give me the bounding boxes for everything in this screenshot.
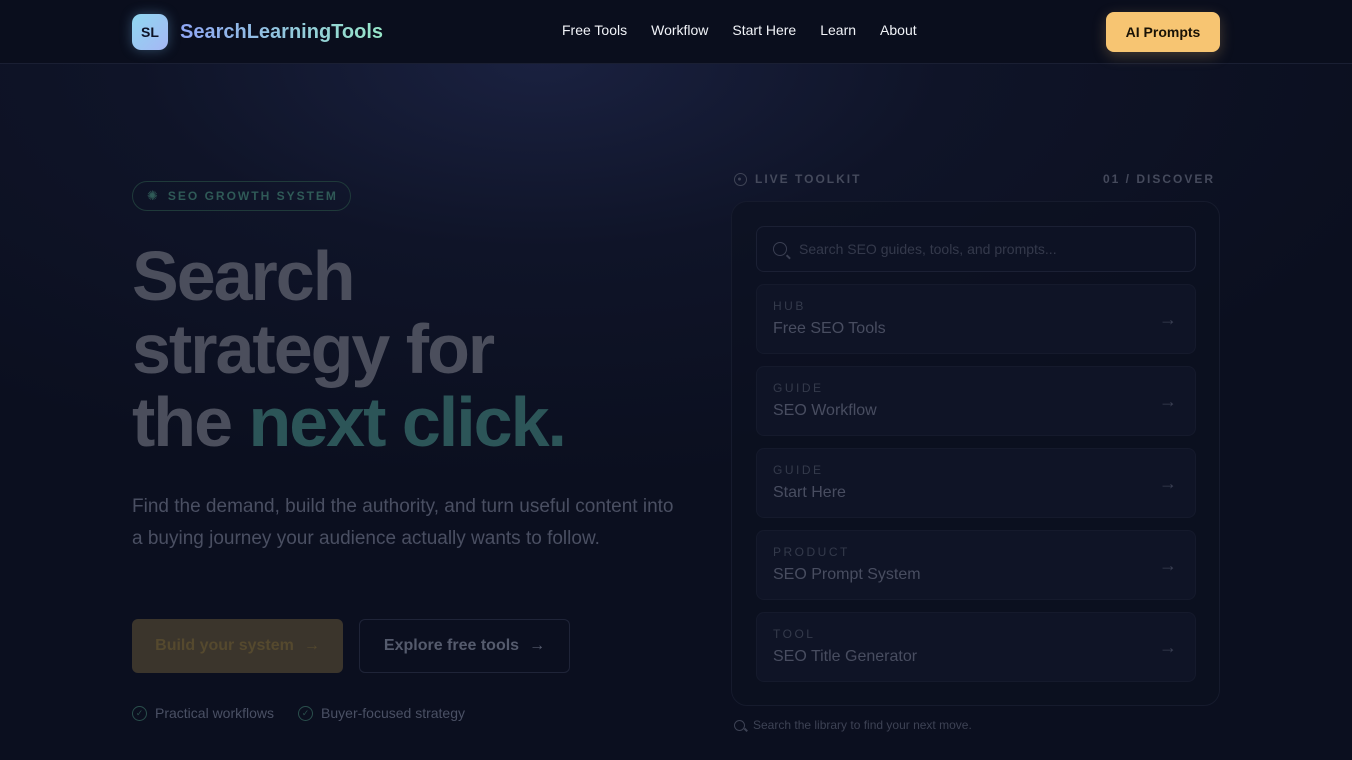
explore-tools-label: Explore free tools [383,637,520,654]
toolkit-item-start-here[interactable]: GUIDE Start Here → [756,448,1196,518]
nav-workflow[interactable]: Workflow [651,22,708,38]
item-kicker: GUIDE [773,463,824,477]
search-icon [734,719,745,731]
build-system-label: Build your system [155,637,294,654]
check-item: ✓ Buyer-focused strategy [298,705,465,721]
headline-line-3a: the [132,383,233,461]
toolkit-item-seo-title-generator[interactable]: TOOL SEO Title Generator → [756,612,1196,682]
arrow-right-icon: → [303,637,320,654]
arrow-right-icon: → [1159,473,1177,493]
toolkit-panel: HUB Free SEO Tools → GUIDE SEO Workflow … [731,201,1220,706]
arrow-right-icon: → [1159,555,1177,575]
item-kicker: GUIDE [773,381,824,395]
logo-icon[interactable]: SL [132,14,168,50]
arrow-right-icon: → [1159,309,1177,329]
nav-free-tools[interactable]: Free Tools [562,22,627,38]
search-input[interactable] [799,241,1179,257]
site-header: SL SearchLearningTools Free Tools Workfl… [0,0,1352,64]
item-kicker: PRODUCT [773,545,850,559]
check-item: ✓ Practical workflows [132,705,274,721]
brand[interactable]: SL SearchLearningTools [132,14,383,50]
hero-checks: ✓ Practical workflows ✓ Buyer-focused st… [132,705,465,721]
toolkit-step: 01 / DISCOVER [1102,172,1215,186]
hero-badge: ✺ SEO GROWTH SYSTEM [132,181,351,211]
main-nav: Free Tools Workflow Start Here Learn Abo… [562,22,917,38]
check-label: Buyer-focused strategy [321,705,465,721]
toolkit-item-seo-workflow[interactable]: GUIDE SEO Workflow → [756,366,1196,436]
toolkit-item-free-seo-tools[interactable]: HUB Free SEO Tools → [756,284,1196,354]
clock-icon: ● [734,172,747,186]
arrow-right-icon: → [1159,391,1177,411]
build-system-button[interactable]: Build your system → [132,619,343,673]
toolkit-search[interactable] [756,226,1196,272]
nav-learn[interactable]: Learn [820,22,856,38]
hero-badge-label: SEO GROWTH SYSTEM [167,189,338,203]
nav-start-here[interactable]: Start Here [732,22,796,38]
toolkit-item-seo-prompt-system[interactable]: PRODUCT SEO Prompt System → [756,530,1196,600]
headline-line-1: Search [132,237,355,315]
item-title: SEO Title Generator [773,648,918,665]
toolkit-label-text: LIVE TOOLKIT [755,172,862,186]
explore-tools-button[interactable]: Explore free tools → [359,619,570,673]
item-kicker: HUB [773,299,806,313]
hero-lede: Find the demand, build the authority, an… [132,496,674,549]
toolkit-footer-text: Search the library to find your next mov… [753,718,972,732]
ai-prompts-button[interactable]: AI Prompts [1106,12,1220,52]
toolkit-label: ● LIVE TOOLKIT [734,172,861,186]
arrow-right-icon: → [1159,637,1177,657]
arrow-right-icon: → [529,637,546,654]
search-icon [773,242,787,256]
headline-line-2: strategy for [132,310,495,388]
hero-headline: Search strategy for the next click. [132,240,692,459]
check-label: Practical workflows [155,705,275,721]
item-kicker: TOOL [773,627,816,641]
check-circle-icon: ✓ [132,705,147,721]
sparkle-icon: ✺ [147,188,160,203]
nav-about[interactable]: About [880,22,917,38]
check-circle-icon: ✓ [298,705,314,721]
item-title: SEO Workflow [773,402,877,419]
item-title: Start Here [773,484,846,501]
headline-accent: next click. [248,383,567,461]
item-title: SEO Prompt System [773,566,921,583]
item-title: Free SEO Tools [773,320,886,337]
brand-name[interactable]: SearchLearningTools [180,21,383,44]
toolkit-footer: Search the library to find your next mov… [734,718,972,732]
